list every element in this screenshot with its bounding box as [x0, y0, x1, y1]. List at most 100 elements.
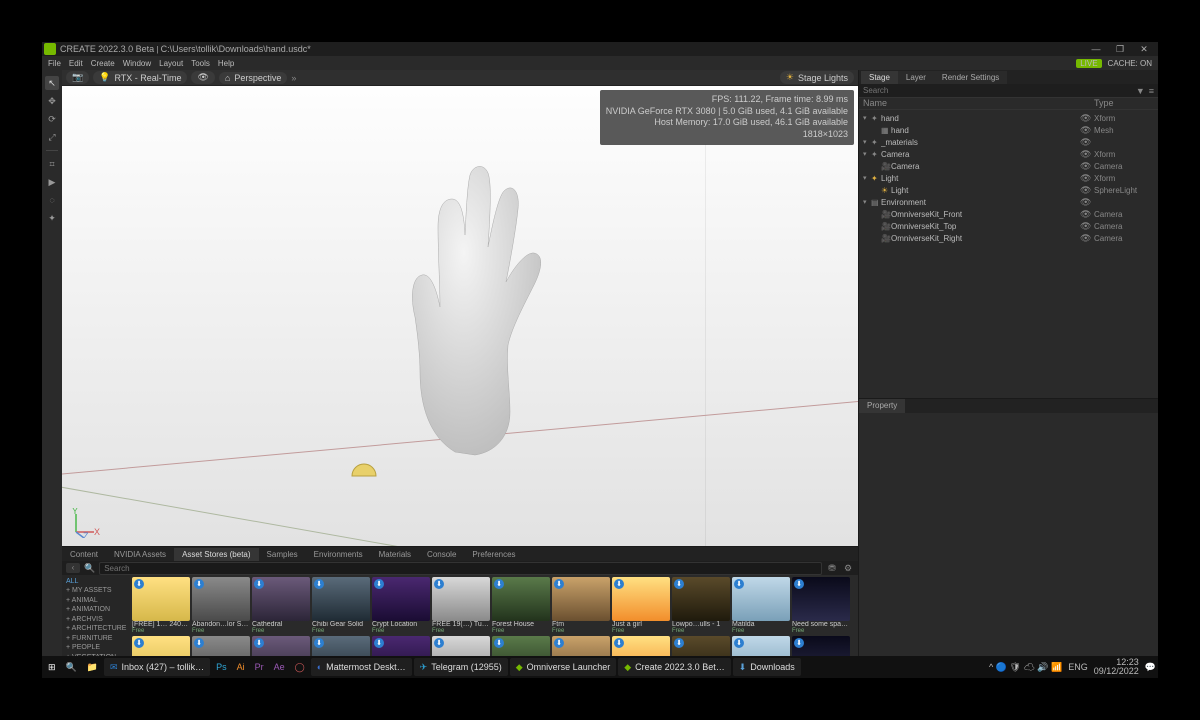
- tree-row[interactable]: ▦hand👁Mesh: [859, 124, 1158, 136]
- tab-property[interactable]: Property: [859, 399, 905, 413]
- misc-tool-2[interactable]: ✦: [45, 211, 59, 225]
- misc-tool-1[interactable]: ◌: [45, 193, 59, 207]
- scale-tool[interactable]: ⤢: [45, 130, 59, 144]
- download-icon[interactable]: ⬇: [134, 638, 144, 648]
- download-icon[interactable]: ⬇: [734, 579, 744, 589]
- tab-preferences[interactable]: Preferences: [464, 548, 523, 561]
- stage-tree[interactable]: ▾✦hand👁Xform ▦hand👁Mesh▾✦_materials👁▾✦Ca…: [859, 110, 1158, 246]
- tab-stage[interactable]: Stage: [861, 71, 898, 84]
- view-menu[interactable]: 👁: [191, 71, 214, 84]
- taskbar-item[interactable]: Ai: [233, 658, 249, 676]
- asset-back-button[interactable]: ‹: [66, 563, 80, 573]
- download-icon[interactable]: ⬇: [794, 579, 804, 589]
- taskbar-item[interactable]: ⊞: [44, 658, 60, 676]
- tab-materials[interactable]: Materials: [371, 548, 419, 561]
- download-icon[interactable]: ⬇: [434, 579, 444, 589]
- download-icon[interactable]: ⬇: [674, 638, 684, 648]
- download-icon[interactable]: ⬇: [434, 638, 444, 648]
- download-icon[interactable]: ⬇: [314, 638, 324, 648]
- tree-row[interactable]: ▾✦hand👁Xform: [859, 112, 1158, 124]
- download-icon[interactable]: ⬇: [614, 579, 624, 589]
- move-tool[interactable]: ✥: [45, 94, 59, 108]
- taskbar-item[interactable]: ◐Mattermost Deskt…: [311, 658, 412, 676]
- asset-card[interactable]: ⬇Chibi Gear SolidFree: [312, 577, 370, 634]
- asset-card[interactable]: ⬇MatildaFree: [732, 577, 790, 634]
- tree-row[interactable]: ▾✦_materials👁: [859, 136, 1158, 148]
- menu-create[interactable]: Create: [91, 59, 115, 68]
- tab-samples[interactable]: Samples: [259, 548, 306, 561]
- download-icon[interactable]: ⬇: [614, 638, 624, 648]
- render-mode-menu[interactable]: 💡RTX - Real-Time: [93, 71, 187, 84]
- stage-lights-toggle[interactable]: ☀Stage Lights: [780, 71, 854, 84]
- tree-row[interactable]: ▾▤Environment👁: [859, 196, 1158, 208]
- download-icon[interactable]: ⬇: [194, 579, 204, 589]
- notifications-icon[interactable]: 💬: [1145, 662, 1156, 673]
- taskbar-item[interactable]: ✈Telegram (12955): [414, 658, 508, 676]
- menu-tools[interactable]: Tools: [191, 59, 210, 68]
- hand-mesh[interactable]: [360, 157, 560, 457]
- asset-card[interactable]: ⬇Lowpo…ulls - 1Free: [672, 577, 730, 634]
- asset-card[interactable]: ⬇FtmFree: [552, 577, 610, 634]
- download-icon[interactable]: ⬇: [494, 579, 504, 589]
- tab-content[interactable]: Content: [62, 548, 106, 561]
- download-icon[interactable]: ⬇: [254, 638, 264, 648]
- menu-layout[interactable]: Layout: [159, 59, 183, 68]
- download-icon[interactable]: ⬇: [554, 638, 564, 648]
- settings-icon[interactable]: ⚙: [842, 563, 854, 574]
- filter-icon[interactable]: ▼: [1136, 86, 1145, 96]
- tab-nvidia[interactable]: NVIDIA Assets: [106, 548, 174, 561]
- filter-icon[interactable]: ⛃: [826, 563, 838, 574]
- snap-tool[interactable]: ⌗: [45, 157, 59, 171]
- tab-layer[interactable]: Layer: [898, 71, 934, 84]
- download-icon[interactable]: ⬇: [734, 638, 744, 648]
- download-icon[interactable]: ⬇: [134, 579, 144, 589]
- tree-row[interactable]: 🎥OmniverseKit_Top👁Camera: [859, 220, 1158, 232]
- asset-card[interactable]: ⬇Abandon…lor SceneFree: [192, 577, 250, 634]
- camera-menu[interactable]: 📷: [66, 71, 89, 84]
- tab-asset-stores[interactable]: Asset Stores (beta): [174, 548, 258, 561]
- taskbar-item[interactable]: ◆Create 2022.3.0 Bet…: [618, 658, 730, 676]
- download-icon[interactable]: ⬇: [494, 638, 504, 648]
- options-icon[interactable]: ≡: [1149, 86, 1154, 96]
- tab-console[interactable]: Console: [419, 548, 464, 561]
- download-icon[interactable]: ⬇: [794, 638, 804, 648]
- cache-indicator[interactable]: CACHE: ON: [1108, 59, 1152, 68]
- perspective-menu[interactable]: ⌂Perspective: [219, 72, 287, 84]
- live-indicator[interactable]: LIVE: [1076, 59, 1101, 68]
- tab-env[interactable]: Environments: [306, 548, 371, 561]
- taskbar-item[interactable]: Ps: [212, 658, 231, 676]
- download-icon[interactable]: ⬇: [554, 579, 564, 589]
- download-icon[interactable]: ⬇: [374, 638, 384, 648]
- tree-row[interactable]: 🎥OmniverseKit_Front👁Camera: [859, 208, 1158, 220]
- taskbar-item[interactable]: ⬇Downloads: [733, 658, 801, 676]
- rotate-tool[interactable]: ⟳: [45, 112, 59, 126]
- taskbar-item[interactable]: ◯: [291, 658, 309, 676]
- download-icon[interactable]: ⬇: [314, 579, 324, 589]
- download-icon[interactable]: ⬇: [194, 638, 204, 648]
- keyboard-lang[interactable]: ENG: [1068, 662, 1088, 672]
- asset-card[interactable]: ⬇Crypt LocationFree: [372, 577, 430, 634]
- menu-file[interactable]: File: [48, 59, 61, 68]
- tree-row[interactable]: 🎥Camera👁Camera: [859, 160, 1158, 172]
- asset-card[interactable]: ⬇[FREE] 1… 240k GTFree: [132, 577, 190, 634]
- viewport[interactable]: Y X Z FPS: 111.22, Frame time: 8.99 ms N…: [62, 86, 858, 546]
- tree-row[interactable]: ▾✦Camera👁Xform: [859, 148, 1158, 160]
- asset-grid[interactable]: ⬇[FREE] 1… 240k GTFree⬇Abandon…lor Scene…: [130, 575, 858, 666]
- download-icon[interactable]: ⬇: [374, 579, 384, 589]
- chevron-right-icon[interactable]: »: [291, 73, 296, 83]
- taskbar-item[interactable]: 📁: [83, 658, 102, 676]
- close-button[interactable]: ✕: [1132, 44, 1156, 55]
- download-icon[interactable]: ⬇: [254, 579, 264, 589]
- asset-categories[interactable]: ALL + MY ASSETS + ANIMAL + ANIMATION + A…: [62, 575, 130, 666]
- menu-help[interactable]: Help: [218, 59, 234, 68]
- asset-card[interactable]: ⬇Need some space?Free: [792, 577, 850, 634]
- tree-row[interactable]: 🎥OmniverseKit_Right👁Camera: [859, 232, 1158, 244]
- taskbar-item[interactable]: 🔍: [62, 658, 81, 676]
- taskbar-item[interactable]: Pr: [251, 658, 268, 676]
- asset-card[interactable]: ⬇Just a girlFree: [612, 577, 670, 634]
- tab-render-settings[interactable]: Render Settings: [934, 71, 1007, 84]
- asset-search-input[interactable]: [99, 562, 822, 575]
- taskbar-item[interactable]: ◆Omniverse Launcher: [510, 658, 616, 676]
- asset-card[interactable]: ⬇FREE 19(…) TurboFree: [432, 577, 490, 634]
- taskbar-item[interactable]: ✉Inbox (427) – tollik…: [104, 658, 210, 676]
